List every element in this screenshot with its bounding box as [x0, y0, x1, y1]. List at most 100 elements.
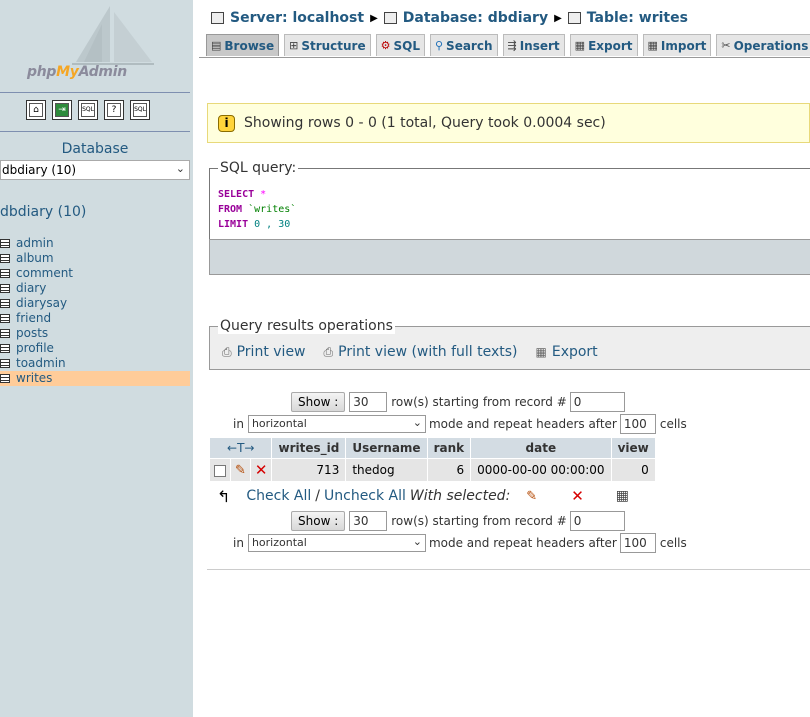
results-table: ←T→ writes_id Username rank date view ✎ … — [209, 437, 656, 482]
table-item-album[interactable]: album — [0, 251, 190, 266]
table-icon — [0, 344, 10, 353]
column-header-date[interactable]: date — [471, 438, 611, 458]
table-icon — [0, 329, 10, 338]
delete-icon[interactable]: ✕ — [571, 487, 584, 505]
start-record-input[interactable]: 0 — [569, 392, 625, 412]
tab-bar: ▤ Browse ⊞ Structure ⚙ SQL ⚲ Search ⇶ Insert … — [206, 34, 810, 58]
table-item-friend[interactable]: friend — [0, 311, 190, 326]
sql-query-box: SQL query: SELECT * FROM `writes` LIMIT … — [209, 160, 810, 240]
check-all-link[interactable]: Check All — [246, 488, 311, 504]
query-results-operations: Query results operations ⎙ Print view ⎙ Pr… — [209, 318, 810, 370]
tab-structure[interactable]: ⊞ Structure — [284, 34, 371, 56]
rows-input[interactable]: 30 — [349, 392, 388, 412]
rows-text: row(s) starting from record # — [391, 514, 567, 528]
edit-pencil-icon[interactable]: ✎ — [526, 489, 537, 504]
nav-icon-bar: ⌂ ⇥ SQL ? SQL — [26, 100, 150, 122]
export-icon: ▦ — [535, 345, 547, 359]
table-icon — [0, 359, 10, 368]
content-divider — [207, 569, 810, 570]
uncheck-all-link[interactable]: Uncheck All — [324, 488, 406, 504]
table-icon — [0, 314, 10, 323]
table-item-posts[interactable]: posts — [0, 326, 190, 341]
column-header-view[interactable]: view — [611, 438, 655, 458]
tab-operations[interactable]: ✂ Operations — [716, 34, 810, 56]
table-item-profile[interactable]: profile — [0, 341, 190, 356]
tab-insert[interactable]: ⇶ Insert — [502, 34, 565, 56]
tab-search[interactable]: ⚲ Search — [429, 34, 498, 56]
database-select-value: dbdiary (10) — [2, 163, 77, 177]
sql-docs-icon[interactable]: SQL — [130, 100, 150, 120]
print-view-full-link[interactable]: ⎙ Print view (with full texts) — [324, 344, 518, 360]
database-select[interactable]: dbdiary (10) ⌄ — [0, 160, 190, 180]
table-icon — [0, 374, 10, 383]
print-view-link[interactable]: ⎙ Print view — [222, 344, 306, 360]
tab-import[interactable]: ▦ Import — [642, 34, 712, 56]
sailboat-logo-icon — [72, 6, 154, 65]
delete-icon[interactable]: ✕ — [255, 461, 268, 479]
display-mode-select[interactable]: horizontal ⌄ — [247, 415, 426, 433]
exit-icon[interactable]: ⇥ — [52, 100, 72, 120]
column-header-writes-id[interactable]: writes_id — [272, 438, 346, 458]
column-header-username[interactable]: Username — [346, 438, 427, 458]
show-button[interactable]: Show : — [291, 392, 346, 412]
database-title[interactable]: dbdiary (10) — [0, 204, 86, 220]
nav-divider — [0, 92, 190, 93]
table-item-diarysay[interactable]: diarysay — [0, 296, 190, 311]
docs-icon[interactable]: ? — [104, 100, 124, 120]
row-checkbox[interactable] — [214, 464, 226, 477]
in-label: in — [233, 536, 244, 550]
bottom-nav-row2: in horizontal ⌄ mode and repeat headers a… — [233, 532, 687, 554]
table-item-comment[interactable]: comment — [0, 266, 190, 281]
cell-date: 0000-00-00 00:00:00 — [471, 459, 611, 481]
cells-label: cells — [659, 417, 687, 431]
show-button[interactable]: Show : — [291, 511, 346, 531]
breadcrumb-database[interactable]: Database: dbdiary — [403, 10, 548, 26]
breadcrumb-server[interactable]: Server: localhost — [230, 10, 364, 26]
table-header-row: ←T→ writes_id Username rank date view — [210, 438, 655, 458]
mode-text: mode and repeat headers after — [428, 536, 617, 550]
table-item-diary[interactable]: diary — [0, 281, 190, 296]
sql-query-legend: SQL query: — [218, 160, 299, 176]
table-icon — [0, 269, 10, 278]
start-record-input[interactable]: 0 — [569, 511, 625, 531]
chevron-down-icon: ⌄ — [175, 162, 185, 175]
structure-icon: ⊞ — [289, 39, 299, 52]
export-link[interactable]: ▦ Export — [536, 344, 598, 360]
mode-text: mode and repeat headers after — [428, 417, 617, 431]
repeat-headers-input[interactable]: 100 — [619, 414, 656, 434]
tab-browse[interactable]: ▤ Browse — [206, 34, 280, 56]
table-item-toadmin[interactable]: toadmin — [0, 356, 190, 371]
export-icon[interactable]: ▦ — [616, 488, 629, 504]
display-mode-select[interactable]: horizontal ⌄ — [247, 534, 426, 552]
chevron-down-icon: ⌄ — [412, 535, 422, 548]
cells-label: cells — [659, 536, 687, 550]
query-notice: i Showing rows 0 - 0 (1 total, Query too… — [207, 103, 810, 143]
rows-text: row(s) starting from record # — [391, 395, 567, 409]
in-label: in — [233, 417, 244, 431]
phpmyadmin-logo[interactable]: phpMyAdmin — [0, 0, 193, 90]
table-icon — [0, 299, 10, 308]
sql-icon: ⚙ — [380, 39, 391, 52]
sql-icon[interactable]: SQL — [78, 100, 98, 120]
breadcrumb-table[interactable]: Table: writes — [587, 10, 688, 26]
logo-text: phpMyAdmin — [27, 64, 127, 80]
column-resize-header[interactable]: ←T→ — [210, 438, 272, 458]
home-icon[interactable]: ⌂ — [26, 100, 46, 120]
tab-underline — [199, 57, 810, 58]
query-ops-links: ⎙ Print view ⎙ Print view (with full texts… — [222, 344, 598, 360]
table-item-writes[interactable]: writes — [0, 371, 190, 386]
tab-sql[interactable]: ⚙ SQL — [375, 34, 425, 56]
table-item-admin[interactable]: admin — [0, 236, 190, 251]
tab-export[interactable]: ▦ Export — [569, 34, 638, 56]
top-nav-row2: in horizontal ⌄ mode and repeat headers a… — [233, 413, 687, 435]
export-icon: ▦ — [574, 39, 586, 52]
edit-pencil-icon[interactable]: ✎ — [235, 463, 246, 478]
nav-divider — [0, 131, 190, 132]
repeat-headers-input[interactable]: 100 — [619, 533, 656, 553]
table-list: admin album comment diary diarysay frien… — [0, 236, 190, 386]
query-ops-legend: Query results operations — [218, 318, 395, 334]
with-selected-bar: ↰ Check All / Uncheck All With selected:… — [217, 486, 629, 506]
rows-input[interactable]: 30 — [349, 511, 388, 531]
sql-query-code: SELECT * FROM `writes` LIMIT 0 , 30 — [218, 189, 297, 230]
column-header-rank[interactable]: rank — [427, 438, 471, 458]
